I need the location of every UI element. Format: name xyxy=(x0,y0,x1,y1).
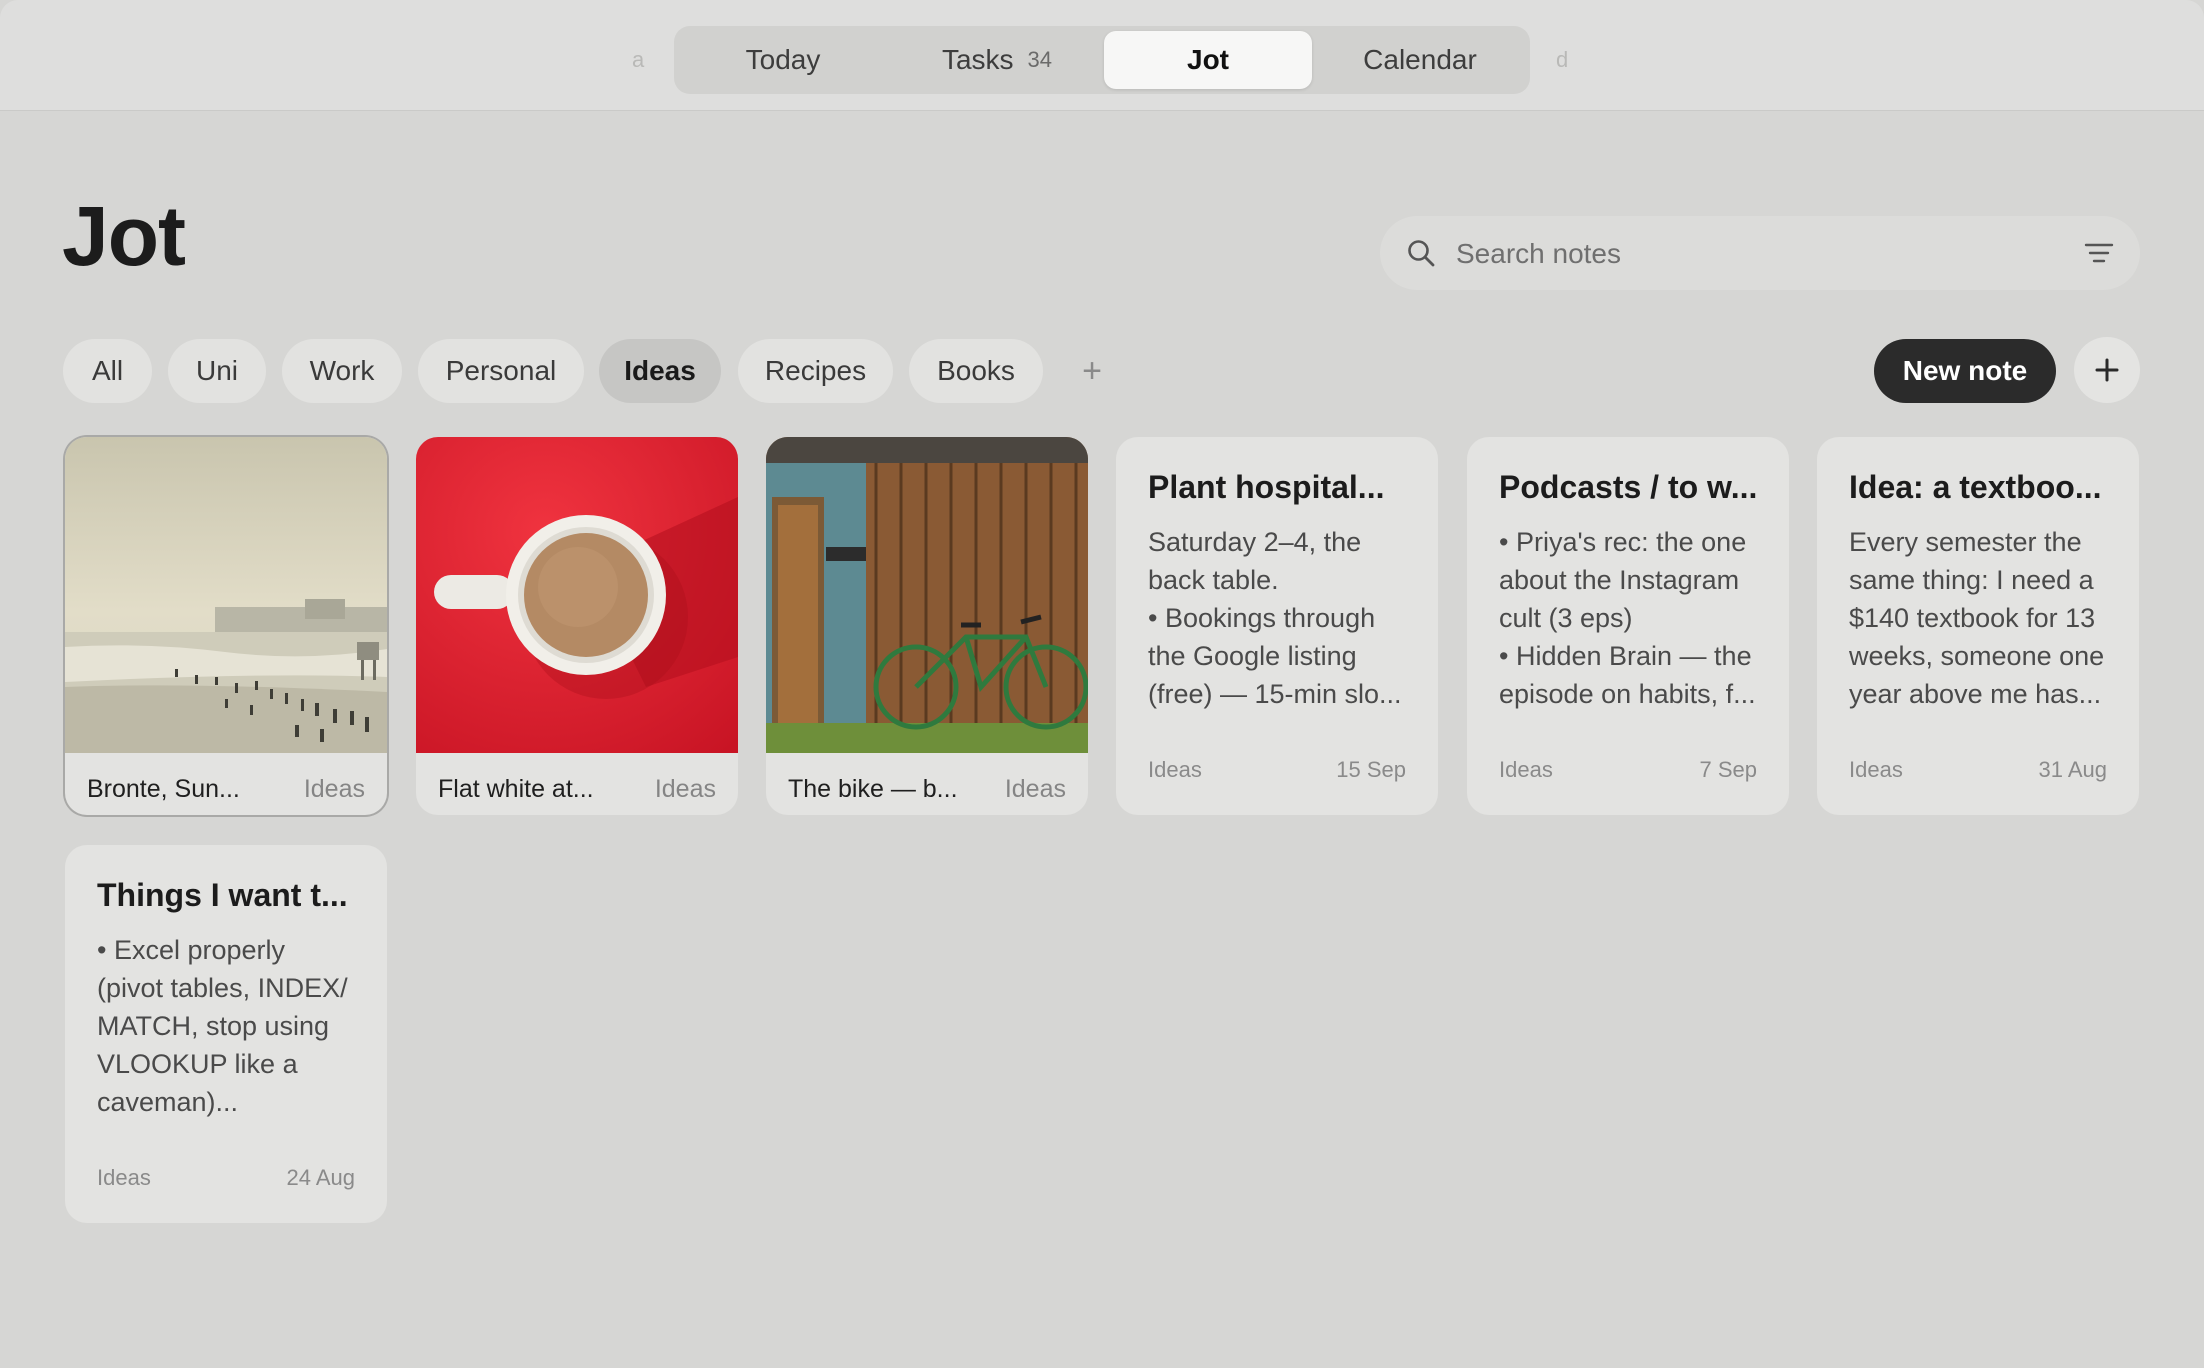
note-tag: Ideas xyxy=(97,1165,151,1190)
new-note-button[interactable]: New note xyxy=(1874,339,2056,403)
add-category-button[interactable]: + xyxy=(1072,351,1112,391)
note-date: 24 Aug xyxy=(286,1165,355,1190)
note-date: 31 Aug xyxy=(2038,757,2107,782)
tab-tasks-label: Tasks xyxy=(941,44,1014,75)
note-title: Podcasts / to w... xyxy=(1499,469,1758,505)
filter-chip-books[interactable]: Books xyxy=(909,339,1043,403)
beach-image xyxy=(65,437,387,753)
tab-jot-label: Jot xyxy=(1187,44,1229,75)
app-window: a Today Tasks 34 Jot Calendar d Jot All U… xyxy=(0,0,2204,1368)
note-card[interactable]: Things I want t... • Excel properly (piv… xyxy=(65,845,387,1223)
note-card[interactable]: Idea: a textboo... Every semester the sa… xyxy=(1817,437,2139,815)
note-tag: Ideas xyxy=(1004,775,1066,803)
plus-icon xyxy=(2095,358,2119,382)
tab-jot[interactable]: Jot xyxy=(1104,31,1312,89)
note-title: Things I want t... xyxy=(97,877,348,913)
note-tag: Ideas xyxy=(654,775,716,803)
note-tag: Ideas xyxy=(1499,757,1553,782)
note-tag: Ideas xyxy=(1849,757,1903,782)
note-card[interactable]: Flat white at... Ideas xyxy=(416,437,738,815)
search-icon xyxy=(1408,240,1435,267)
note-card[interactable]: Podcasts / to w... • Priya's rec: the on… xyxy=(1467,437,1789,815)
filter-chip-personal[interactable]: Personal xyxy=(418,339,584,403)
note-preview: • Excel properly (pivot tables, INDEX/ M… xyxy=(97,935,348,1117)
filter-chip-uni[interactable]: Uni xyxy=(168,339,266,403)
note-preview: • Priya's rec: the one about the Instagr… xyxy=(1499,527,1756,709)
top-bar: a Today Tasks 34 Jot Calendar d xyxy=(0,0,2204,111)
filter-chip-work[interactable]: Work xyxy=(282,339,402,403)
note-title: Idea: a textboo... xyxy=(1849,469,2102,505)
search-input[interactable] xyxy=(1454,230,2038,278)
note-date: 7 Sep xyxy=(1699,757,1758,782)
filter-icon[interactable] xyxy=(2084,240,2114,266)
shortcut-hint-left: a xyxy=(632,47,645,72)
note-title: Flat white at... xyxy=(438,775,594,803)
note-tag: Ideas xyxy=(303,775,365,803)
filter-chip-recipes[interactable]: Recipes xyxy=(738,339,893,403)
note-card[interactable]: Plant hospital... Saturday 2–4, the back… xyxy=(1116,437,1438,815)
note-preview: Every semester the same thing: I need a … xyxy=(1849,527,2105,709)
bicycle-shed-image xyxy=(766,437,1088,753)
tab-calendar-label: Calendar xyxy=(1363,44,1477,75)
tab-calendar[interactable]: Calendar xyxy=(1316,31,1524,89)
tasks-count-badge: 34 xyxy=(1027,47,1053,72)
add-button[interactable] xyxy=(2074,337,2140,403)
search-bar[interactable] xyxy=(1380,216,2140,290)
note-title: Bronte, Sun... xyxy=(87,775,240,803)
note-tag: Ideas xyxy=(1148,757,1202,782)
filter-chip-ideas[interactable]: Ideas xyxy=(599,339,721,403)
view-switcher: Today Tasks 34 Jot Calendar xyxy=(674,26,1530,94)
note-title: The bike — b... xyxy=(788,775,958,803)
note-card[interactable]: Bronte, Sun... Ideas xyxy=(65,437,387,815)
tab-today-label: Today xyxy=(745,44,821,75)
filter-chip-all[interactable]: All xyxy=(63,339,152,403)
note-date: 15 Sep xyxy=(1336,757,1406,782)
tab-today[interactable]: Today xyxy=(679,31,887,89)
shortcut-hint-right: d xyxy=(1556,47,1569,72)
note-title: Plant hospital... xyxy=(1148,469,1385,505)
coffee-image xyxy=(416,437,738,753)
note-card[interactable]: The bike — b... Ideas xyxy=(766,437,1088,815)
page-title: Jot xyxy=(62,189,186,283)
note-preview: Saturday 2–4, the back table. • Bookings… xyxy=(1148,527,1402,709)
tab-tasks[interactable]: Tasks 34 xyxy=(893,31,1101,89)
